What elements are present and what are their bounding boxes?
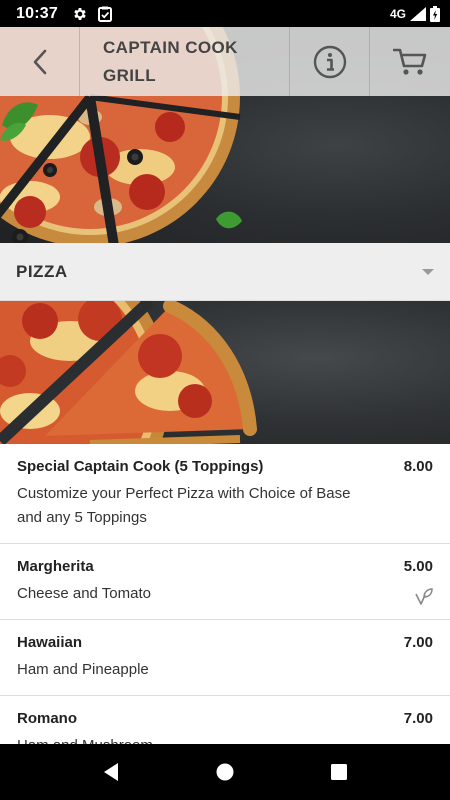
nav-back-icon[interactable] — [102, 762, 120, 782]
caret-down-icon — [422, 268, 434, 275]
settings-icon — [74, 7, 86, 20]
status-bar: 10:37 4G — [0, 0, 450, 27]
info-button[interactable] — [290, 27, 370, 96]
item-description: Cheese and Tomato — [17, 585, 151, 602]
item-name: Special Captain Cook (5 Toppings) — [17, 458, 264, 475]
vegetarian-icon — [415, 588, 433, 605]
item-description: Customize your Perfect Pizza with Choice… — [17, 485, 351, 526]
clipboard-check-icon — [97, 6, 112, 22]
category-header-pizza[interactable]: PIZZA — [0, 243, 450, 301]
nav-home-icon[interactable] — [215, 762, 235, 782]
restaurant-title: CAPTAIN COOK GRILL — [103, 37, 238, 85]
cart-button[interactable] — [370, 27, 450, 96]
menu-item[interactable]: Margherita 5.00 Cheese and Tomato — [0, 544, 450, 620]
category-image — [0, 301, 450, 444]
menu-item[interactable]: Romano 7.00 Ham and Mushroom — [0, 696, 450, 744]
menu-list: Special Captain Cook (5 Toppings) 8.00 C… — [0, 444, 450, 744]
network-label: 4G — [389, 6, 406, 21]
battery-icon — [430, 5, 440, 22]
chevron-left-icon — [33, 49, 46, 74]
cart-icon — [393, 48, 427, 75]
status-time: 10:37 — [16, 4, 58, 22]
item-price: 7.00 — [403, 710, 433, 727]
item-name: Romano — [17, 710, 77, 727]
nav-recents-icon[interactable] — [330, 763, 348, 781]
item-price: 5.00 — [403, 558, 433, 575]
back-button[interactable] — [0, 27, 80, 96]
signal-icon — [410, 6, 426, 21]
header-title-cell: CAPTAIN COOK GRILL — [80, 27, 290, 96]
basil-leaf — [0, 102, 38, 141]
item-price: 7.00 — [403, 634, 433, 651]
menu-item[interactable]: Special Captain Cook (5 Toppings) 8.00 C… — [0, 444, 450, 544]
system-nav-bar — [0, 744, 450, 800]
item-name: Margherita — [17, 558, 94, 575]
item-name: Hawaiian — [17, 634, 83, 651]
basil-leaf-small — [216, 211, 242, 229]
item-description: Ham and Pineapple — [17, 661, 149, 678]
menu-item[interactable]: Hawaiian 7.00 Ham and Pineapple — [0, 620, 450, 696]
pizza-slices-illustration — [0, 301, 257, 444]
info-icon — [313, 45, 346, 78]
item-description: Ham and Mushroom — [17, 734, 433, 744]
item-price: 8.00 — [403, 458, 433, 475]
category-label: PIZZA — [16, 261, 68, 281]
app-header: CAPTAIN COOK GRILL — [0, 27, 450, 96]
